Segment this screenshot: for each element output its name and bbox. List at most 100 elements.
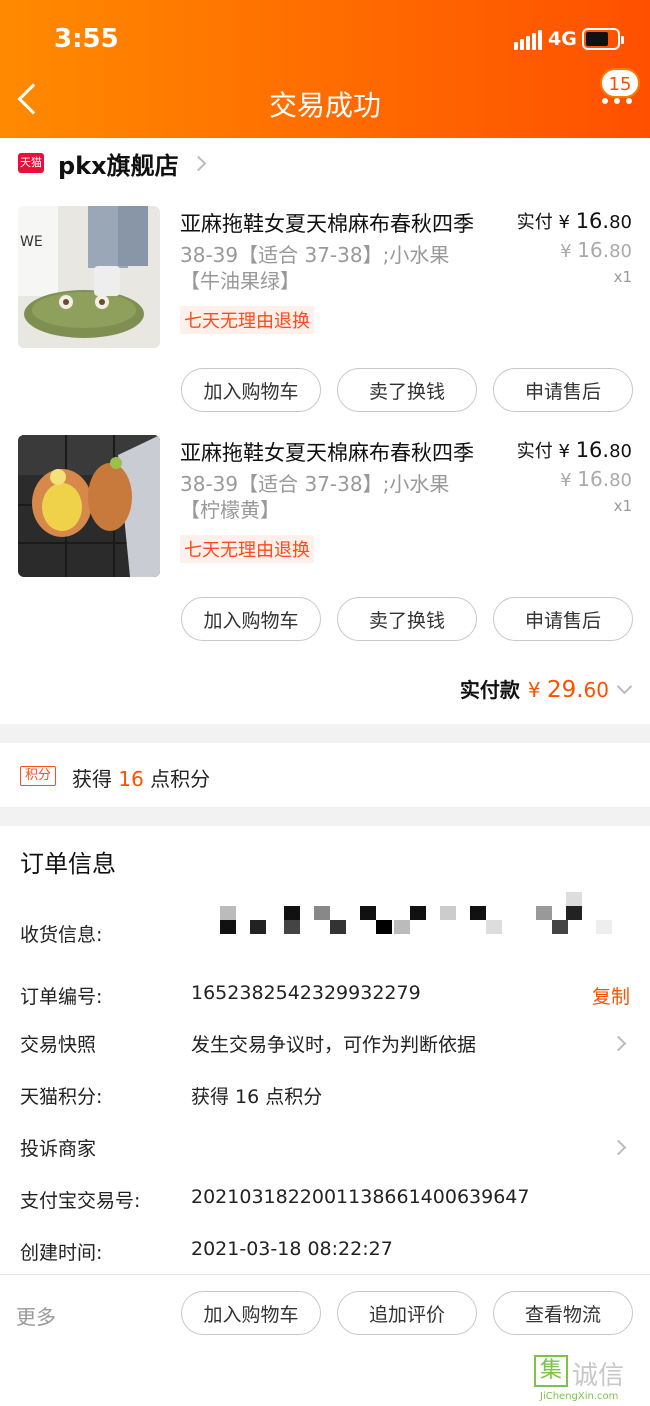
watermark-logo: 集诚信 (534, 1355, 624, 1392)
after-sales-button[interactable]: 申请售后 (493, 597, 633, 641)
product-spec: 38-39【适合 37-38】;小水果 【柠檬黄】 (180, 471, 500, 523)
chevron-right-icon (610, 1139, 627, 1156)
chevron-right-icon (610, 1035, 627, 1052)
currency: ¥ (527, 678, 541, 702)
watermark-url: JiChengXin.com (540, 1391, 619, 1402)
watermark-box: 集 (534, 1355, 568, 1387)
svg-text:WE: WE (20, 234, 43, 250)
order-item[interactable]: 亚麻拖鞋女夏天棉麻布春秋四季 38-39【适合 37-38】;小水果 【柠檬黄】… (0, 435, 650, 665)
resell-button[interactable]: 卖了换钱 (337, 597, 477, 641)
order-item[interactable]: WE 亚麻拖鞋女夏天棉麻布春秋四季 38-39【适合 37-38】;小水果 【牛… (0, 206, 650, 436)
points-tag: 积分 (20, 766, 56, 786)
complain-row[interactable]: 投诉商家 (0, 1134, 650, 1164)
order-info-panel: 订单信息 收货信息: 订单编号: 1652382542329932279 复制 … (0, 826, 650, 1274)
tmall-logo-icon: 天猫 (18, 153, 44, 173)
snapshot-value: 发生交易争议时，可作为判断依据 (191, 1034, 477, 1056)
quantity: x1 (613, 497, 632, 515)
quantity: x1 (613, 268, 632, 286)
points-suffix: 点积分 (150, 767, 211, 791)
currency: ¥ (560, 241, 572, 262)
product-spec: 38-39【适合 37-38】;小水果 【牛油果绿】 (180, 242, 500, 294)
item-actions: 加入购物车 卖了换钱 申请售后 (181, 597, 633, 641)
page-title: 交易成功 (268, 89, 381, 122)
chevron-right-icon (190, 155, 206, 171)
created-time-value: 2021-03-18 08:22:27 (191, 1238, 393, 1260)
alipay-label: 支付宝交易号: (20, 1190, 141, 1212)
product-image-green-slippers[interactable]: WE (18, 206, 160, 348)
signal-icon (514, 30, 542, 50)
order-info-title: 订单信息 (20, 850, 116, 878)
view-logistics-button[interactable]: 查看物流 (493, 1291, 633, 1335)
created-time-label: 创建时间: (20, 1242, 103, 1264)
header-bar: 3:55 4G 交易成功 15 (0, 0, 650, 138)
return-policy-tag: 七天无理由退换 (180, 306, 314, 334)
price-decimal: 80 (609, 212, 632, 233)
tmall-points-row: 天猫积分: 获得 16 点积分 (0, 1082, 650, 1112)
after-sales-button[interactable]: 申请售后 (493, 368, 633, 412)
product-title: 亚麻拖鞋女夏天棉麻布春秋四季 (180, 441, 474, 465)
product-title: 亚麻拖鞋女夏天棉麻布春秋四季 (180, 212, 474, 236)
return-policy-tag: 七天无理由退换 (180, 535, 314, 563)
original-price: ¥ 16.80 (560, 467, 632, 491)
shipping-info-label: 收货信息: (20, 924, 103, 946)
original-price: ¥ 16.80 (560, 238, 632, 262)
store-name: pkx旗舰店 (58, 151, 179, 180)
total-paid[interactable]: 实付款 ¥ 29.60 (459, 674, 633, 703)
price-decimal: 80 (609, 470, 632, 491)
price-decimal: 80 (609, 241, 632, 262)
copy-order-number-button[interactable]: 复制 (592, 982, 630, 1009)
item-actions: 加入购物车 卖了换钱 申请售后 (181, 368, 633, 412)
points-text: 获得 16 点积分 (72, 763, 210, 792)
product-spec-line: 【牛油果绿】 (180, 269, 300, 293)
paid-price: 实付 ¥ 16.80 (517, 208, 632, 234)
store-link[interactable]: 天猫 pkx旗舰店 (18, 148, 206, 180)
add-to-cart-button[interactable]: 加入购物车 (181, 1291, 321, 1335)
product-spec-line: 38-39【适合 37-38】;小水果 (180, 472, 450, 496)
points-number: 16 (118, 767, 144, 791)
snapshot-row[interactable]: 交易快照 发生交易争议时，可作为判断依据 (0, 1030, 650, 1060)
add-to-cart-button[interactable]: 加入购物车 (181, 597, 321, 641)
paid-label: 实付 (516, 212, 553, 233)
network-type: 4G (548, 28, 577, 50)
price-integer: 16. (577, 467, 610, 491)
product-spec-line: 38-39【适合 37-38】;小水果 (180, 243, 450, 267)
price-integer: 16. (577, 238, 610, 262)
paid-price: 实付 ¥ 16.80 (517, 437, 632, 463)
price-integer: 16. (575, 209, 610, 233)
product-image-yellow-slippers[interactable] (18, 435, 160, 577)
order-number-row: 订单编号: 1652382542329932279 复制 (0, 982, 650, 1012)
redacted-address-mosaic (200, 892, 620, 956)
price-decimal: 80 (609, 441, 632, 462)
bottom-action-bar: 更多 加入购物车 追加评价 查看物流 集诚信 JiChengXin.com (0, 1274, 650, 1406)
resell-button[interactable]: 卖了换钱 (337, 368, 477, 412)
order-number-value: 1652382542329932279 (191, 982, 421, 1004)
currency: ¥ (558, 212, 570, 233)
alipay-value: 2021031822001138661400639647 (191, 1186, 530, 1208)
status-time: 3:55 (54, 24, 119, 54)
points-prefix: 获得 (72, 767, 112, 791)
created-time-row: 创建时间: 2021-03-18 08:22:27 (0, 1238, 650, 1268)
add-to-cart-button[interactable]: 加入购物车 (181, 368, 321, 412)
snapshot-label: 交易快照 (20, 1034, 97, 1056)
watermark-text: 诚信 (572, 1361, 625, 1391)
total-amount: ¥ 29.60 (528, 677, 609, 703)
tmall-points-label: 天猫积分: (20, 1086, 103, 1108)
order-number-label: 订单编号: (20, 986, 103, 1008)
tmall-points-value: 获得 16 点积分 (191, 1086, 323, 1108)
paid-label: 实付 (516, 441, 553, 462)
price-decimal: 60 (583, 678, 609, 702)
currency: ¥ (560, 470, 572, 491)
battery-icon (582, 28, 624, 50)
price-integer: 29. (546, 677, 584, 703)
complain-label: 投诉商家 (20, 1138, 97, 1160)
currency: ¥ (558, 441, 570, 462)
price-integer: 16. (575, 438, 610, 462)
more-button[interactable]: 更多 (16, 1301, 56, 1330)
message-badge: 15 (600, 68, 640, 98)
more-menu-icon[interactable] (602, 98, 632, 108)
shipping-info-row: 收货信息: (0, 892, 650, 950)
add-review-button[interactable]: 追加评价 (337, 1291, 477, 1335)
product-spec-line: 【柠檬黄】 (180, 498, 280, 522)
order-items-panel: 天猫 pkx旗舰店 WE 亚麻拖鞋女夏天棉麻布春秋四季 38-39【适合 37-… (0, 138, 650, 724)
total-label: 实付款 (459, 678, 520, 702)
